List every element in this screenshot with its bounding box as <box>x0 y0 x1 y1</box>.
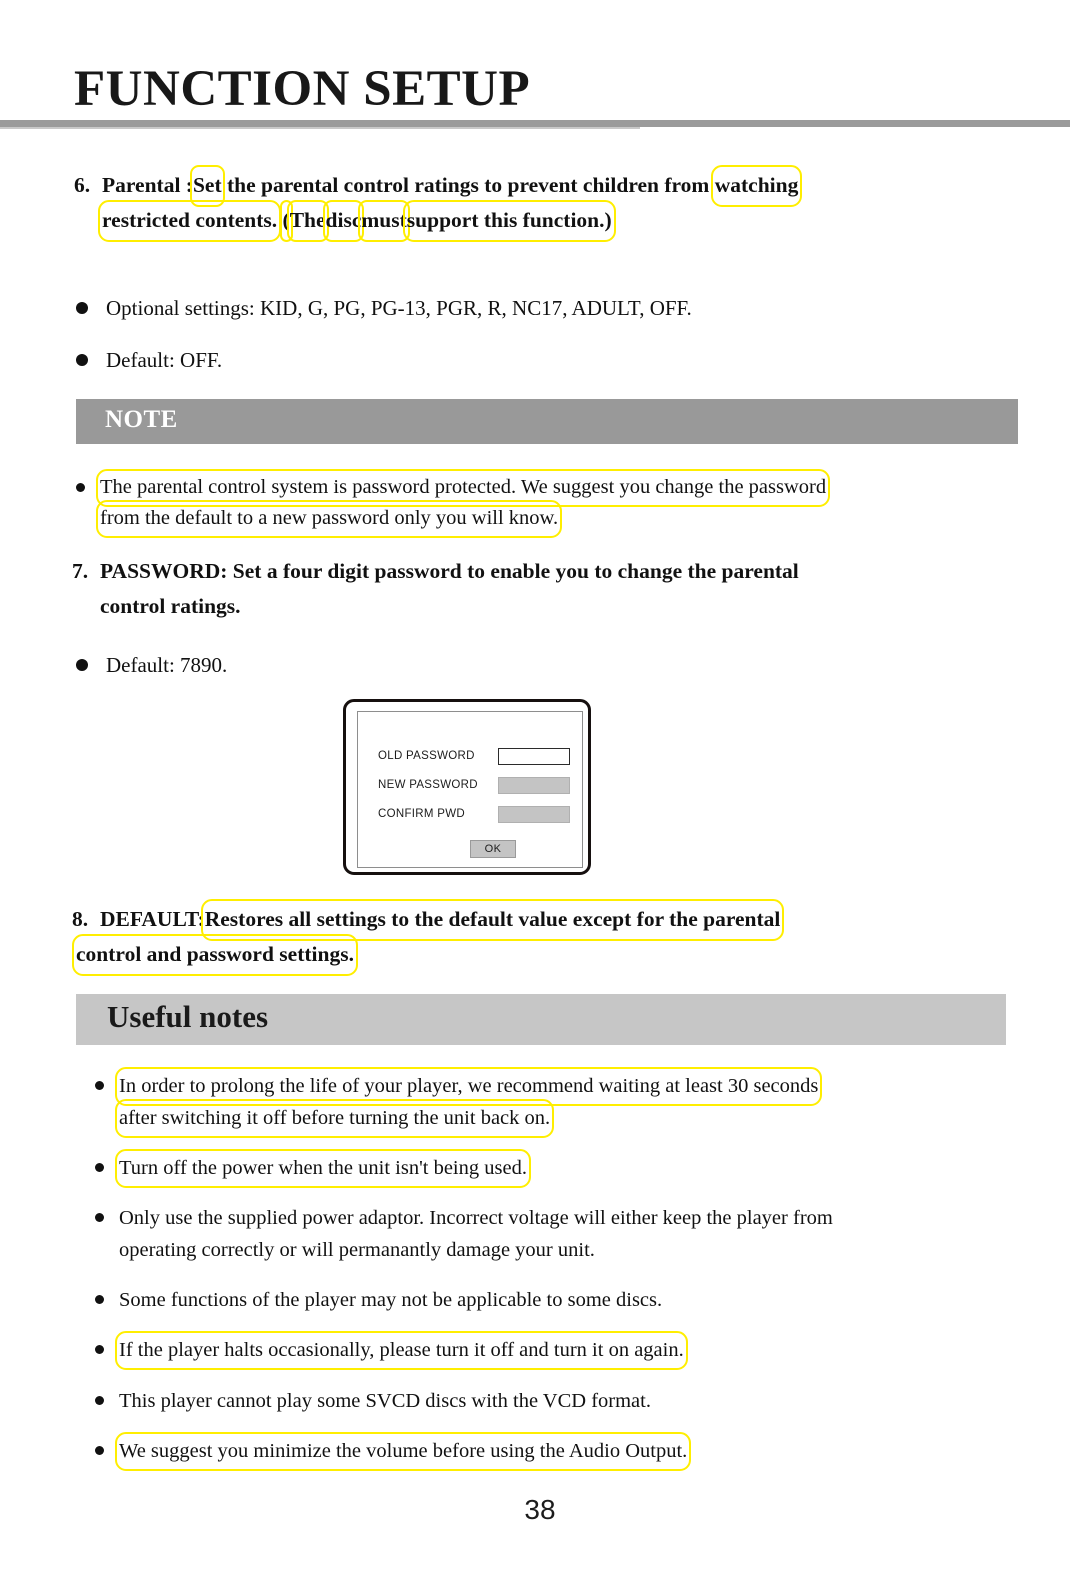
annotation-box-watching: watching <box>710 165 802 207</box>
confirm-password-label: CONFIRM PWD <box>378 808 465 820</box>
note-section-label: NOTE <box>105 406 178 433</box>
bullet-dot-icon <box>95 1295 104 1304</box>
useful-note-item-7-text: We suggest you minimize the volume befor… <box>114 1432 995 1471</box>
item-default: 8. DEFAULT:Restores all settings to the … <box>72 899 1002 976</box>
item-default-line-2: control and password settings. <box>72 934 1002 976</box>
annotation-box-restricted-contents: restricted contents. <box>97 200 282 242</box>
useful-note-item-6-text: This player cannot play some SVCD discs … <box>119 1390 651 1412</box>
bullet-default-7890: Default: 7890. <box>76 650 227 680</box>
parental-line1-mid: the parental control ratings to prevent … <box>227 173 710 197</box>
annotation-box-note-line-1: The parental control system is password … <box>95 469 831 507</box>
item-password-number: 7. <box>72 559 89 583</box>
item-parental-line-2: restricted contents. (Thediscmustsupport… <box>97 200 1004 242</box>
item-default-number: 8. <box>72 907 89 931</box>
confirm-password-field[interactable] <box>498 806 570 823</box>
annotation-box-default-line-2: control and password settings. <box>72 934 358 976</box>
annotation-box-must: must <box>358 200 411 242</box>
bullet-dot-icon <box>95 1396 104 1405</box>
item-parental-line-1: Parental :Set the parental control ratin… <box>102 165 1004 207</box>
item-password-body: PASSWORD: Set a four digit password to e… <box>100 554 1002 624</box>
useful-note-item-7: We suggest you minimize the volume befor… <box>95 1432 995 1471</box>
bullet-default-off: Default: OFF. <box>76 345 222 375</box>
item-password-line-1: PASSWORD: Set a four digit password to e… <box>100 559 799 583</box>
annotation-box-useful-2: Turn off the power when the unit isn't b… <box>115 1149 531 1188</box>
bullet-dot-icon <box>95 1081 104 1090</box>
annotation-box-support-function: support this function.) <box>402 200 616 242</box>
useful-note-1-line-2: after switching it off before turning th… <box>114 1099 995 1138</box>
item-password-line-2: control ratings. <box>100 594 241 618</box>
useful-note-item-3-text: Only use the supplied power adaptor. Inc… <box>119 1202 995 1266</box>
bullet-dot-icon <box>95 1446 104 1455</box>
annotation-box-disc: disc <box>322 200 365 242</box>
useful-note-7-line-1: We suggest you minimize the volume befor… <box>114 1432 995 1471</box>
useful-notes-label: Useful notes <box>107 999 269 1034</box>
annotation-box-set: Set <box>190 165 225 207</box>
useful-note-item-4-text: Some functions of the player may not be … <box>119 1289 663 1311</box>
bullet-dot-icon <box>76 302 88 314</box>
bullet-note-text: The parental control system is password … <box>95 469 996 538</box>
item-password: 7. PASSWORD: Set a four digit password t… <box>72 554 1002 624</box>
annotation-box-default-line-1: Restores all settings to the default val… <box>200 899 785 941</box>
bullet-dot-icon <box>95 1213 104 1222</box>
header-rule <box>0 120 1070 127</box>
bullet-dot-icon <box>76 354 88 366</box>
old-password-field[interactable] <box>498 748 570 765</box>
new-password-label: NEW PASSWORD <box>378 779 478 791</box>
old-password-label: OLD PASSWORD <box>378 750 475 762</box>
bullet-optional-settings: Optional settings: KID, G, PG, PG-13, PG… <box>76 293 692 323</box>
annotation-box-note-line-2: from the default to a new password only … <box>95 500 563 538</box>
note-text-line-2: from the default to a new password only … <box>95 500 996 538</box>
useful-note-item-2-text: Turn off the power when the unit isn't b… <box>115 1149 995 1188</box>
useful-note-item-6: This player cannot play some SVCD discs … <box>95 1385 995 1417</box>
bullet-dot-icon <box>76 659 88 671</box>
default-label: DEFAULT: <box>100 907 205 931</box>
header-rule-secondary <box>0 127 640 129</box>
useful-note-item-1: In order to prolong the life of your pla… <box>95 1067 995 1138</box>
useful-note-3-line-1: Only use the supplied power adaptor. Inc… <box>119 1207 833 1229</box>
bullet-dot-icon <box>95 1163 104 1172</box>
parental-label: Parental : <box>102 173 193 197</box>
item-default-line-1: DEFAULT:Restores all settings to the def… <box>100 899 1002 941</box>
useful-note-3-line-2: operating correctly or will permanantly … <box>119 1239 595 1261</box>
useful-note-item-4: Some functions of the player may not be … <box>95 1284 995 1316</box>
bullet-default-off-text: Default: OFF. <box>106 348 223 372</box>
annotation-box-useful-1-line-2: after switching it off before turning th… <box>114 1099 555 1138</box>
useful-note-item-3: Only use the supplied power adaptor. Inc… <box>95 1202 995 1266</box>
bullet-optional-settings-text: Optional settings: KID, G, PG, PG-13, PG… <box>106 296 692 320</box>
manual-page: FUNCTION SETUP 6. Parental :Set the pare… <box>0 0 1080 1584</box>
bullet-default-7890-text: Default: 7890. <box>106 653 228 677</box>
password-dialog-inner-frame: OLD PASSWORD NEW PASSWORD CONFIRM PWD OK <box>357 711 583 868</box>
useful-note-item-5-text: If the player halts occasionally, please… <box>115 1331 995 1370</box>
new-password-field[interactable] <box>498 777 570 794</box>
ok-button[interactable]: OK <box>470 840 516 858</box>
page-title: FUNCTION SETUP <box>74 61 531 117</box>
annotation-box-useful-1-line-1: In order to prolong the life of your pla… <box>114 1067 823 1106</box>
bullet-dot-icon <box>76 483 85 492</box>
item-parental-body: Parental :Set the parental control ratin… <box>97 165 1004 242</box>
useful-note-item-5: If the player halts occasionally, please… <box>95 1331 995 1370</box>
annotation-box-useful-5: If the player halts occasionally, please… <box>115 1331 688 1370</box>
bullet-note-password-protected: The parental control system is password … <box>76 469 996 538</box>
item-parental-number: 6. <box>74 173 91 197</box>
item-parental: 6. Parental :Set the parental control ra… <box>74 165 1004 242</box>
page-number: 38 <box>524 1494 556 1525</box>
annotation-box-useful-7: We suggest you minimize the volume befor… <box>114 1432 692 1471</box>
useful-note-2-line-1: Turn off the power when the unit isn't b… <box>115 1149 995 1188</box>
note-section-bar: NOTE <box>76 399 1018 444</box>
useful-notes-bar: Useful notes <box>76 994 1006 1045</box>
annotation-box-the: The <box>286 200 329 242</box>
password-dialog: OLD PASSWORD NEW PASSWORD CONFIRM PWD OK <box>343 699 591 875</box>
useful-note-5-line-1: If the player halts occasionally, please… <box>115 1331 995 1370</box>
item-default-body: DEFAULT:Restores all settings to the def… <box>72 899 1002 976</box>
bullet-dot-icon <box>95 1345 104 1354</box>
annotation-box-open-paren: ( <box>279 200 293 242</box>
password-row-new: NEW PASSWORD <box>378 777 570 797</box>
useful-note-1-line-1: In order to prolong the life of your pla… <box>114 1067 995 1106</box>
note-text-line-1: The parental control system is password … <box>95 469 996 507</box>
password-row-old: OLD PASSWORD <box>378 748 570 768</box>
useful-note-item-2: Turn off the power when the unit isn't b… <box>95 1149 995 1188</box>
useful-note-item-1-text: In order to prolong the life of your pla… <box>114 1067 995 1138</box>
password-row-confirm: CONFIRM PWD <box>378 806 570 826</box>
